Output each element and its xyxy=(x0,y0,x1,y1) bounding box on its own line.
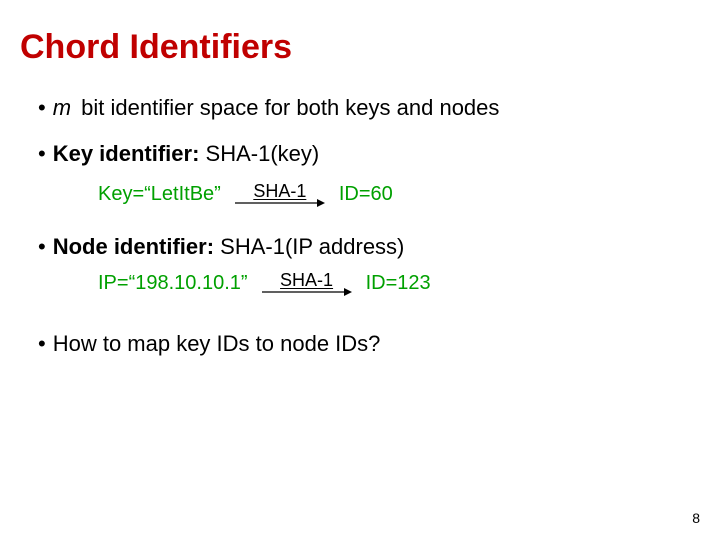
arrow-right-icon xyxy=(262,287,352,297)
example-key: Key=“LetItBe” SHA-1 ID=60 xyxy=(98,181,700,208)
arrow-wrap: SHA-1 xyxy=(235,181,325,208)
arrow-wrap: SHA-1 xyxy=(262,270,352,297)
example-ip-left: IP=“198.10.10.1” xyxy=(98,272,248,295)
arrow-right-icon xyxy=(235,198,325,208)
bullet-2-text: Key identifier: SHA-1(key) xyxy=(53,141,320,167)
bullet-3-rest: SHA-1(IP address) xyxy=(214,234,404,259)
example-ip: IP=“198.10.10.1” SHA-1 ID=123 xyxy=(98,270,700,297)
bullet-1: • m bit identifier space for both keys a… xyxy=(38,95,700,121)
bullet-1-rest: bit identifier space for both keys and n… xyxy=(75,95,499,120)
example-key-left: Key=“LetItBe” xyxy=(98,183,221,206)
bullet-4: • How to map key IDs to node IDs? xyxy=(38,331,700,357)
bullet-1-var: m xyxy=(53,95,71,120)
bullet-dot-icon: • xyxy=(38,331,46,357)
bullet-dot-icon: • xyxy=(38,95,46,121)
bullet-1-text: m bit identifier space for both keys and… xyxy=(53,95,500,121)
bullet-3: • Node identifier: SHA-1(IP address) xyxy=(38,234,700,260)
bullet-3-text: Node identifier: SHA-1(IP address) xyxy=(53,234,405,260)
example-ip-right: ID=123 xyxy=(366,272,431,295)
slide-title: Chord Identifiers xyxy=(20,28,700,67)
bullet-2-bold: Key identifier: xyxy=(53,141,200,166)
example-key-right: ID=60 xyxy=(339,183,393,206)
bullet-3-bold: Node identifier: xyxy=(53,234,214,259)
bullet-2-rest: SHA-1(key) xyxy=(199,141,319,166)
bullet-2: • Key identifier: SHA-1(key) xyxy=(38,141,700,167)
page-number: 8 xyxy=(692,510,700,526)
slide: Chord Identifiers • m bit identifier spa… xyxy=(0,0,720,540)
bullet-dot-icon: • xyxy=(38,234,46,260)
bullet-4-text: How to map key IDs to node IDs? xyxy=(53,331,381,357)
bullet-dot-icon: • xyxy=(38,141,46,167)
